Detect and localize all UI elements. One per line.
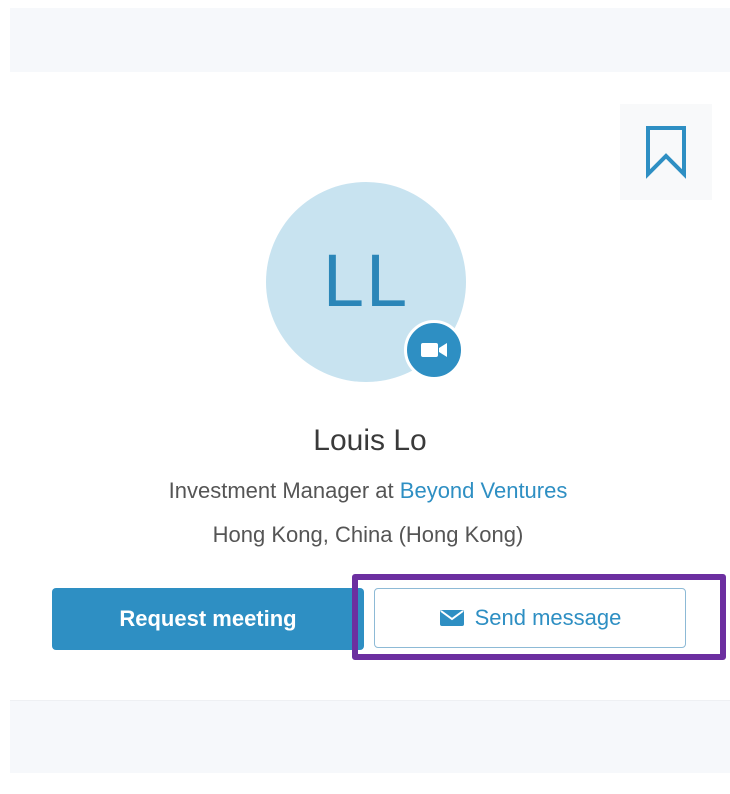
send-message-label: Send message bbox=[474, 605, 622, 630]
bottom-band bbox=[10, 700, 730, 773]
avatar-initials: LL bbox=[322, 238, 410, 322]
profile-name: Louis Lo bbox=[313, 424, 427, 457]
job-title: Investment Manager at bbox=[168, 478, 394, 503]
request-meeting-button[interactable]: Request meeting bbox=[52, 588, 364, 650]
profile-title: Investment Manager at Beyond Ventures bbox=[0, 478, 730, 504]
video-camera-icon bbox=[421, 343, 447, 357]
envelope-icon bbox=[439, 610, 464, 626]
top-band bbox=[10, 8, 730, 73]
video-badge bbox=[404, 320, 464, 380]
send-message-button[interactable]: Send message bbox=[374, 588, 686, 648]
page: LL Louis Lo Investment Manager at Beyond… bbox=[0, 0, 730, 794]
profile-location: Hong Kong, China (Hong Kong) bbox=[212, 522, 524, 547]
bookmark-icon bbox=[646, 126, 686, 179]
company-link[interactable]: Beyond Ventures bbox=[400, 478, 568, 503]
bookmark-button[interactable] bbox=[620, 104, 712, 200]
